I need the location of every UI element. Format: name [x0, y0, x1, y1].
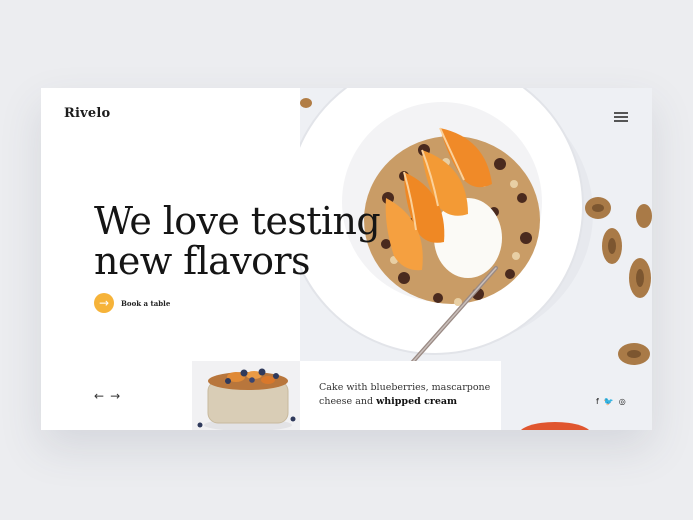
social-links: f 🐦 ◎ [596, 397, 626, 406]
featured-dish-description: Cake with blueberries, mascarpone cheese… [319, 381, 494, 409]
prev-arrow-icon[interactable]: ← [94, 389, 104, 403]
twitter-icon[interactable]: 🐦 [604, 397, 614, 406]
arrow-right-icon: → [94, 293, 114, 313]
hero-headline: We love testing new flavors [94, 199, 381, 283]
headline-line-2: new flavors [94, 239, 310, 283]
book-table-label: Book a table [121, 298, 171, 308]
next-arrow-icon[interactable]: → [110, 389, 120, 403]
featured-text-part2: cheese and [319, 396, 377, 407]
hamburger-menu-icon[interactable] [614, 112, 628, 122]
headline-line-1: We love testing [94, 199, 381, 243]
cake-thumbnail [192, 361, 300, 430]
logo[interactable]: Rivelo [64, 106, 110, 121]
slider-arrows: ← → [94, 389, 120, 403]
facebook-icon[interactable]: f [596, 397, 599, 406]
featured-dish-card[interactable]: Cake with blueberries, mascarpone cheese… [192, 361, 501, 430]
instagram-icon[interactable]: ◎ [619, 397, 626, 406]
featured-text-part1: Cake with blueberries, mascarpone [319, 382, 491, 393]
featured-text-bold: whipped cream [376, 396, 458, 407]
hero-card: Rivelo We love testing new flavors → Boo… [41, 88, 652, 430]
walnut-decoration [300, 98, 312, 108]
book-table-button[interactable]: → Book a table [94, 293, 170, 313]
